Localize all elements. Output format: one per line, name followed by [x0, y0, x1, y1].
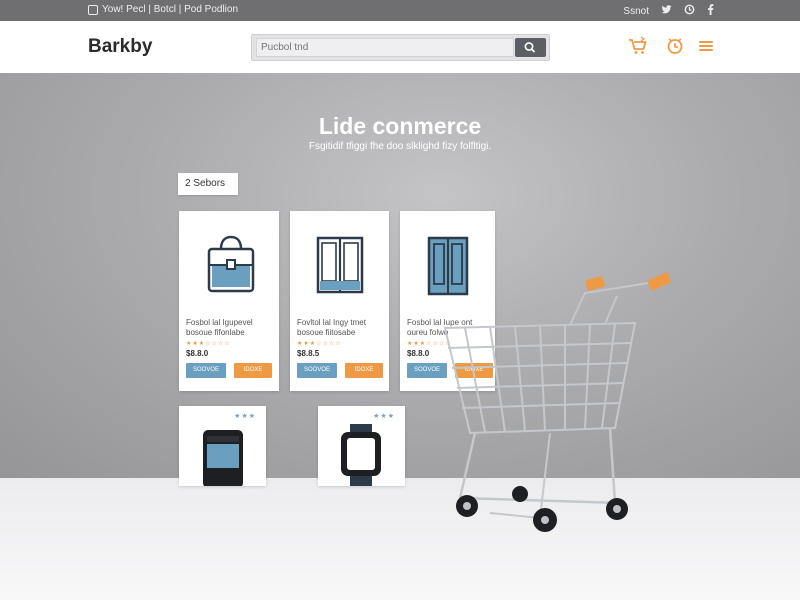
product-card[interactable]: Fosbol lal Igupevel bosoue fifonlabe ★★★… [179, 211, 279, 391]
handbag-icon [207, 235, 255, 293]
add-to-cart-button[interactable]: IDOXE [345, 363, 383, 378]
details-button[interactable]: SOOVOE [186, 363, 226, 378]
circle-icon[interactable] [684, 4, 695, 18]
search-bar [251, 34, 550, 61]
product-card[interactable]: ★★★ [318, 406, 405, 486]
signin-link[interactable]: Ssnot [623, 6, 649, 17]
top-bar-links-text[interactable]: Yow! Pecl | Botcl | Pod Podlion [102, 4, 238, 15]
rating-stars: ★★★☆☆☆☆ [186, 341, 231, 347]
floor-background [0, 478, 800, 600]
rating-stars: ★★★ [373, 413, 395, 420]
smartwatch-icon [341, 424, 381, 486]
details-button[interactable]: SOOVOE [297, 363, 337, 378]
clock-icon[interactable] [664, 35, 686, 57]
product-price: $8.8.0 [186, 349, 209, 358]
product-name[interactable]: Fovltol lal Ingy tmet bosoue fiitosabe [297, 318, 385, 338]
product-card[interactable]: ★★★ [179, 406, 266, 486]
product-card[interactable]: Fovltol lal Ingy tmet bosoue fiitosabe ★… [290, 211, 389, 391]
menu-icon[interactable] [695, 35, 717, 57]
sort-filter-button[interactable]: 2 Sebors [178, 173, 238, 195]
cart-icon[interactable] [627, 35, 649, 57]
window-frame-icon [316, 236, 364, 294]
rating-stars: ★★★ [234, 413, 256, 420]
site-logo[interactable]: Barkby [88, 36, 152, 58]
facebook-icon[interactable] [707, 4, 714, 18]
top-bar-links: Yow! Pecl | Botcl | Pod Podlion [88, 4, 238, 15]
hero-subtitle: Fsgitidif tfiggi fhe doo slklighd fizy f… [308, 141, 492, 152]
grid-icon [88, 4, 98, 15]
rating-stars: ★★★☆☆☆☆ [297, 341, 342, 347]
search-input[interactable] [256, 38, 514, 57]
smartphone-icon [203, 430, 243, 486]
product-price: $8.8.5 [297, 349, 320, 358]
top-bar-right: Ssnot [623, 4, 714, 18]
hero-title: Lide conmerce [318, 113, 482, 139]
shopping-cart-illustration [443, 272, 671, 532]
site-header: Barkby [0, 21, 800, 73]
twitter-icon[interactable] [661, 4, 672, 18]
add-to-cart-button[interactable]: IDOXE [234, 363, 272, 378]
top-bar: Yow! Pecl | Botcl | Pod Podlion Ssnot [0, 0, 800, 21]
search-icon [524, 42, 536, 53]
product-name[interactable]: Fosbol lal Igupevel bosoue fifonlabe [186, 318, 274, 338]
search-button[interactable] [515, 38, 546, 57]
product-price: $8.8.0 [407, 349, 430, 358]
